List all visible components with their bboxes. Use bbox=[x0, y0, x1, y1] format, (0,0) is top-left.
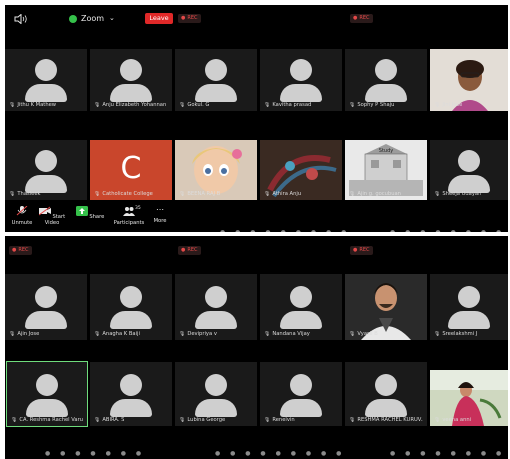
start-video-button[interactable]: Start Video bbox=[37, 206, 67, 226]
avatar bbox=[110, 286, 152, 329]
page-indicator: ● ● ● ● ● ● ● ● ● bbox=[220, 229, 350, 232]
participant-name: RESHMA RACHEL KURUV... bbox=[349, 417, 422, 423]
participant-tile[interactable]: Sophy P Shaju bbox=[345, 49, 427, 111]
participant-tile[interactable]: Anagha K Baiji bbox=[90, 274, 172, 340]
avatar bbox=[25, 150, 67, 193]
avatar bbox=[448, 286, 490, 329]
participant-tile[interactable]: Gokul. G bbox=[175, 49, 257, 111]
participant-name: Nandana Vijay bbox=[264, 331, 310, 337]
leave-button[interactable]: Leave bbox=[145, 13, 173, 24]
participant-name: Athira Anju bbox=[264, 191, 301, 197]
participant-name: Anju Elizabeth Yohannan bbox=[94, 102, 166, 108]
participant-name: Gokul. G bbox=[179, 102, 209, 108]
participant-name: Sophy P Shaju bbox=[349, 102, 394, 108]
participant-tile[interactable]: C Catholicate College bbox=[90, 140, 172, 200]
avatar bbox=[195, 59, 237, 102]
participant-name: Sreelakshmi J bbox=[434, 331, 477, 337]
microphone-muted-icon bbox=[16, 205, 28, 216]
participant-name: Vyasil B bbox=[349, 331, 377, 337]
participant-name: veena anni bbox=[434, 417, 471, 423]
participant-tile[interactable]: Lubina George bbox=[175, 362, 257, 426]
participant-tile[interactable]: Anju Elizabeth Yohannan bbox=[90, 49, 172, 111]
avatar bbox=[110, 59, 152, 102]
more-dots-icon: ⋯ bbox=[156, 205, 164, 214]
rec-badge: REC bbox=[350, 246, 373, 255]
participant-tile[interactable]: RESHMA RACHEL KURUV... bbox=[345, 362, 427, 426]
participant-tile[interactable]: Thasleek bbox=[5, 140, 87, 200]
participant-tile[interactable]: Kavitha prasad bbox=[260, 49, 342, 111]
rec-badge: REC bbox=[178, 14, 201, 23]
participant-name: Devipriya v bbox=[179, 331, 217, 337]
avatar bbox=[195, 374, 237, 417]
avatar bbox=[26, 374, 68, 417]
participant-name: CA. Reshma Rachel Varunila bbox=[11, 417, 83, 423]
rec-badge: REC bbox=[178, 246, 201, 255]
avatar bbox=[110, 374, 152, 417]
video-camera-off-icon bbox=[38, 206, 51, 216]
participant-tile[interactable]: Study Ajin g. gocubuan bbox=[345, 140, 427, 200]
participant-name: Thasleek bbox=[9, 191, 40, 197]
participants-button[interactable]: Participants 35 bbox=[109, 206, 149, 226]
avatar bbox=[195, 286, 237, 329]
participant-video-tile[interactable]: Jini Jose bbox=[430, 49, 508, 111]
participant-name: Anagha K Baiji bbox=[94, 331, 140, 337]
share-button[interactable]: Share bbox=[75, 206, 105, 220]
participant-tile[interactable]: ABIRA. S bbox=[90, 362, 172, 426]
meeting-window-top: Zoom ⌄ Leave REC REC Jithu K Mathew Anju… bbox=[5, 5, 508, 232]
svg-text:Study: Study bbox=[379, 148, 393, 154]
participant-name: Kavitha prasad bbox=[264, 102, 311, 108]
participant-name: Catholicate College bbox=[94, 191, 152, 197]
shield-icon bbox=[69, 15, 77, 23]
participant-name: Ajin Jose bbox=[9, 331, 39, 337]
participant-tile[interactable]: Athira Anju bbox=[260, 140, 342, 200]
active-speaker-tile[interactable]: CA. Reshma Rachel Varunila bbox=[6, 361, 88, 427]
avatar bbox=[280, 286, 322, 329]
participants-icon bbox=[123, 207, 135, 216]
avatar bbox=[25, 59, 67, 102]
speaker-icon[interactable] bbox=[14, 14, 28, 24]
participant-tile[interactable]: Sreelakshmi J bbox=[430, 274, 508, 340]
page-indicator: ● ● ● ● ● ● ● ● ● bbox=[215, 450, 346, 457]
participant-tile[interactable]: Jithu K Mathew bbox=[5, 49, 87, 111]
avatar bbox=[25, 286, 67, 329]
participant-tile[interactable]: Devipriya v bbox=[175, 274, 257, 340]
meeting-window-bottom: REC REC REC Ajin Jose Anagha K Baiji Dev… bbox=[5, 236, 508, 459]
participant-name: ABIRA. S bbox=[94, 417, 124, 423]
avatar bbox=[448, 150, 490, 193]
participant-tile[interactable]: Renelvin bbox=[260, 362, 342, 426]
participant-tile[interactable]: Nandana Vijay bbox=[260, 274, 342, 340]
unmute-button[interactable]: Unmute bbox=[7, 205, 37, 226]
more-button[interactable]: ⋯ More bbox=[145, 205, 175, 225]
meeting-toolbar: Unmute Start Video Share Participants 35… bbox=[5, 204, 508, 233]
participant-tile[interactable]: BEENA RAJ B bbox=[175, 140, 257, 200]
top-bar: Zoom ⌄ Leave REC REC bbox=[5, 5, 508, 33]
participant-name: Ajin g. gocubuan bbox=[349, 191, 401, 197]
avatar bbox=[365, 374, 407, 417]
participant-name: Renelvin bbox=[264, 417, 294, 423]
page-indicator: ● ● ● ● ● ● ● ● ● bbox=[390, 229, 508, 232]
page-indicator: ● ● ● ● ● ● ● ● ● bbox=[390, 450, 508, 457]
share-screen-icon bbox=[75, 206, 88, 216]
participant-tile[interactable]: veena anni bbox=[430, 370, 508, 426]
participant-count-badge: 35 bbox=[135, 206, 141, 211]
chevron-down-icon[interactable]: ⌄ bbox=[109, 14, 115, 22]
avatar bbox=[280, 59, 322, 102]
participant-tile[interactable]: Sheeja Udayan bbox=[430, 140, 508, 200]
avatar bbox=[365, 59, 407, 102]
participant-name: Jithu K Mathew bbox=[9, 102, 56, 108]
page-indicator: ● ● ● ● ● ● ● bbox=[45, 450, 146, 457]
participant-name: BEENA RAJ B bbox=[179, 191, 220, 197]
participant-name: Lubina George bbox=[179, 417, 225, 423]
participant-name: Jini Jose bbox=[434, 102, 462, 108]
rec-badge: REC bbox=[9, 246, 32, 255]
participant-tile[interactable]: Vyasil B bbox=[345, 274, 427, 340]
rec-badge: REC bbox=[350, 14, 373, 23]
zoom-title[interactable]: Zoom bbox=[81, 14, 104, 23]
avatar bbox=[280, 374, 322, 417]
participant-tile[interactable]: Ajin Jose bbox=[5, 274, 87, 340]
participant-name: Sheeja Udayan bbox=[434, 191, 481, 197]
